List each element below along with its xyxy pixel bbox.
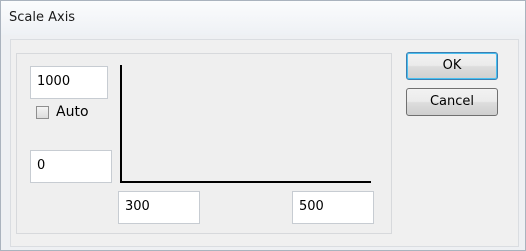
auto-checkbox-label[interactable]: Auto: [56, 104, 89, 120]
y-max-input[interactable]: 1000: [30, 66, 108, 99]
window-title: Scale Axis: [9, 10, 76, 25]
y-axis-line: [120, 65, 122, 183]
x-max-input[interactable]: 500: [292, 191, 374, 224]
cancel-button[interactable]: Cancel: [406, 88, 498, 116]
title-bar[interactable]: Scale Axis: [1, 1, 525, 35]
y-min-input[interactable]: 0: [30, 150, 112, 183]
ok-button[interactable]: OK: [406, 52, 498, 80]
x-axis-line: [120, 181, 371, 183]
x-min-input[interactable]: 300: [118, 191, 200, 224]
auto-checkbox[interactable]: [36, 106, 49, 119]
